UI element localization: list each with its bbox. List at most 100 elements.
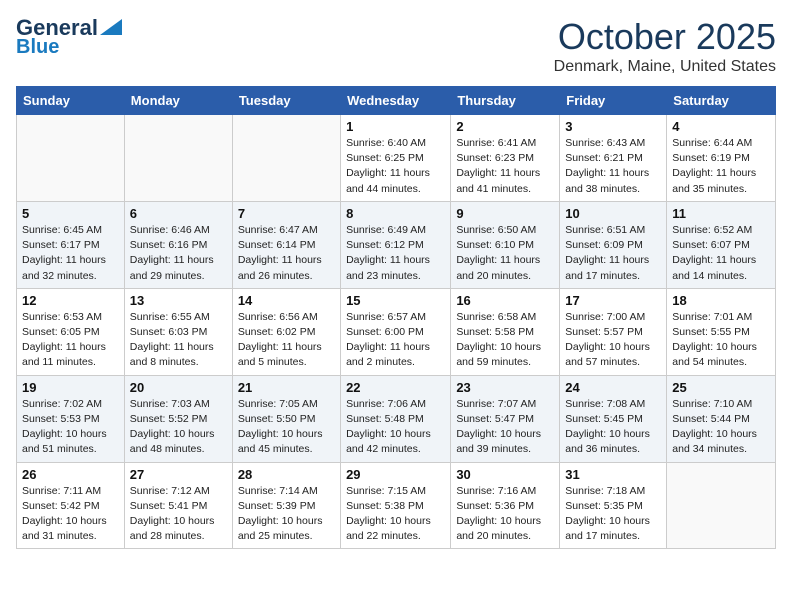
calendar-day-22: 22 Sunrise: 7:06 AMSunset: 5:48 PMDayligh…: [341, 375, 451, 462]
calendar-week-row: 19Sunrise: 7:02 AMSunset: 5:53 PMDayligh…: [17, 375, 776, 462]
day-number: 17: [565, 293, 661, 308]
day-number: 2: [456, 119, 554, 134]
calendar-day-1: 1 Sunrise: 6:40 AMSunset: 6:25 PMDaylight…: [341, 115, 451, 202]
calendar-day-empty: [232, 115, 340, 202]
day-number: 31: [565, 467, 661, 482]
day-info: Sunrise: 6:40 AMSunset: 6:25 PMDaylight:…: [346, 136, 445, 197]
day-number: 4: [672, 119, 770, 134]
day-number: 30: [456, 467, 554, 482]
weekday-header-monday: Monday: [124, 87, 232, 115]
title-area: October 2025 Denmark, Maine, United Stat…: [554, 16, 776, 76]
day-info: Sunrise: 7:01 AMSunset: 5:55 PMDaylight:…: [672, 310, 770, 371]
day-number: 3: [565, 119, 661, 134]
calendar-week-row: 1 Sunrise: 6:40 AMSunset: 6:25 PMDaylight…: [17, 115, 776, 202]
day-info: Sunrise: 6:58 AMSunset: 5:58 PMDaylight:…: [456, 310, 554, 371]
day-info: Sunrise: 6:52 AMSunset: 6:07 PMDaylight:…: [672, 223, 770, 284]
weekday-header-saturday: Saturday: [667, 87, 776, 115]
day-info: Sunrise: 7:05 AMSunset: 5:50 PMDaylight:…: [238, 397, 335, 458]
day-info: Sunrise: 7:08 AMSunset: 5:45 PMDaylight:…: [565, 397, 661, 458]
day-info: Sunrise: 7:03 AMSunset: 5:52 PMDaylight:…: [130, 397, 227, 458]
calendar-day-24: 24 Sunrise: 7:08 AMSunset: 5:45 PMDayligh…: [560, 375, 667, 462]
day-number: 16: [456, 293, 554, 308]
day-info: Sunrise: 6:50 AMSunset: 6:10 PMDaylight:…: [456, 223, 554, 284]
calendar-day-11: 11Sunrise: 6:52 AMSunset: 6:07 PMDayligh…: [667, 201, 776, 288]
calendar-day-21: 21 Sunrise: 7:05 AMSunset: 5:50 PMDayligh…: [232, 375, 340, 462]
calendar-day-28: 28 Sunrise: 7:14 AMSunset: 5:39 PMDayligh…: [232, 462, 340, 549]
calendar-day-5: 5 Sunrise: 6:45 AMSunset: 6:17 PMDaylight…: [17, 201, 125, 288]
calendar-day-empty: [17, 115, 125, 202]
day-info: Sunrise: 7:02 AMSunset: 5:53 PMDaylight:…: [22, 397, 119, 458]
day-number: 1: [346, 119, 445, 134]
calendar-day-7: 7Sunrise: 6:47 AMSunset: 6:14 PMDaylight…: [232, 201, 340, 288]
calendar-day-26: 26 Sunrise: 7:11 AMSunset: 5:42 PMDayligh…: [17, 462, 125, 549]
day-info: Sunrise: 6:53 AMSunset: 6:05 PMDaylight:…: [22, 310, 119, 371]
calendar-day-4: 4Sunrise: 6:44 AMSunset: 6:19 PMDaylight…: [667, 115, 776, 202]
weekday-header-row: SundayMondayTuesdayWednesdayThursdayFrid…: [17, 87, 776, 115]
day-info: Sunrise: 7:12 AMSunset: 5:41 PMDaylight:…: [130, 484, 227, 545]
calendar-day-19: 19Sunrise: 7:02 AMSunset: 5:53 PMDayligh…: [17, 375, 125, 462]
calendar-day-17: 17 Sunrise: 7:00 AMSunset: 5:57 PMDayligh…: [560, 288, 667, 375]
day-number: 8: [346, 206, 445, 221]
day-number: 23: [456, 380, 554, 395]
day-number: 24: [565, 380, 661, 395]
calendar-day-27: 27 Sunrise: 7:12 AMSunset: 5:41 PMDayligh…: [124, 462, 232, 549]
day-info: Sunrise: 7:10 AMSunset: 5:44 PMDaylight:…: [672, 397, 770, 458]
day-info: Sunrise: 6:51 AMSunset: 6:09 PMDaylight:…: [565, 223, 661, 284]
day-info: Sunrise: 6:55 AMSunset: 6:03 PMDaylight:…: [130, 310, 227, 371]
day-number: 14: [238, 293, 335, 308]
day-info: Sunrise: 7:18 AMSunset: 5:35 PMDaylight:…: [565, 484, 661, 545]
day-info: Sunrise: 7:16 AMSunset: 5:36 PMDaylight:…: [456, 484, 554, 545]
calendar-day-20: 20 Sunrise: 7:03 AMSunset: 5:52 PMDayligh…: [124, 375, 232, 462]
day-number: 29: [346, 467, 445, 482]
day-number: 18: [672, 293, 770, 308]
calendar-day-3: 3 Sunrise: 6:43 AMSunset: 6:21 PMDaylight…: [560, 115, 667, 202]
calendar-table: SundayMondayTuesdayWednesdayThursdayFrid…: [16, 86, 776, 549]
calendar-day-13: 13Sunrise: 6:55 AMSunset: 6:03 PMDayligh…: [124, 288, 232, 375]
month-title: October 2025: [554, 16, 776, 58]
day-info: Sunrise: 7:15 AMSunset: 5:38 PMDaylight:…: [346, 484, 445, 545]
calendar-day-29: 29 Sunrise: 7:15 AMSunset: 5:38 PMDayligh…: [341, 462, 451, 549]
logo-blue: Blue: [16, 36, 59, 58]
calendar-day-8: 8 Sunrise: 6:49 AMSunset: 6:12 PMDaylight…: [341, 201, 451, 288]
weekday-header-sunday: Sunday: [17, 87, 125, 115]
calendar-week-row: 5 Sunrise: 6:45 AMSunset: 6:17 PMDaylight…: [17, 201, 776, 288]
day-info: Sunrise: 7:06 AMSunset: 5:48 PMDaylight:…: [346, 397, 445, 458]
calendar-day-15: 15 Sunrise: 6:57 AMSunset: 6:00 PMDayligh…: [341, 288, 451, 375]
day-number: 27: [130, 467, 227, 482]
day-info: Sunrise: 7:14 AMSunset: 5:39 PMDaylight:…: [238, 484, 335, 545]
day-number: 26: [22, 467, 119, 482]
day-number: 10: [565, 206, 661, 221]
day-number: 7: [238, 206, 335, 221]
calendar-day-16: 16 Sunrise: 6:58 AMSunset: 5:58 PMDayligh…: [451, 288, 560, 375]
calendar-day-10: 10 Sunrise: 6:51 AMSunset: 6:09 PMDayligh…: [560, 201, 667, 288]
day-info: Sunrise: 7:00 AMSunset: 5:57 PMDaylight:…: [565, 310, 661, 371]
weekday-header-tuesday: Tuesday: [232, 87, 340, 115]
calendar-week-row: 26 Sunrise: 7:11 AMSunset: 5:42 PMDayligh…: [17, 462, 776, 549]
day-number: 20: [130, 380, 227, 395]
calendar-day-6: 6Sunrise: 6:46 AMSunset: 6:16 PMDaylight…: [124, 201, 232, 288]
calendar-day-empty: [667, 462, 776, 549]
calendar-day-23: 23Sunrise: 7:07 AMSunset: 5:47 PMDayligh…: [451, 375, 560, 462]
calendar-day-31: 31 Sunrise: 7:18 AMSunset: 5:35 PMDayligh…: [560, 462, 667, 549]
weekday-header-thursday: Thursday: [451, 87, 560, 115]
day-number: 21: [238, 380, 335, 395]
day-number: 28: [238, 467, 335, 482]
day-number: 5: [22, 206, 119, 221]
calendar-week-row: 12 Sunrise: 6:53 AMSunset: 6:05 PMDayligh…: [17, 288, 776, 375]
day-number: 22: [346, 380, 445, 395]
day-info: Sunrise: 6:49 AMSunset: 6:12 PMDaylight:…: [346, 223, 445, 284]
page-header: General Blue October 2025 Denmark, Maine…: [16, 16, 776, 76]
day-info: Sunrise: 6:45 AMSunset: 6:17 PMDaylight:…: [22, 223, 119, 284]
calendar-day-25: 25Sunrise: 7:10 AMSunset: 5:44 PMDayligh…: [667, 375, 776, 462]
day-info: Sunrise: 7:11 AMSunset: 5:42 PMDaylight:…: [22, 484, 119, 545]
day-number: 15: [346, 293, 445, 308]
day-info: Sunrise: 6:57 AMSunset: 6:00 PMDaylight:…: [346, 310, 445, 371]
day-info: Sunrise: 6:43 AMSunset: 6:21 PMDaylight:…: [565, 136, 661, 197]
calendar-day-2: 2Sunrise: 6:41 AMSunset: 6:23 PMDaylight…: [451, 115, 560, 202]
calendar-day-empty: [124, 115, 232, 202]
calendar-day-12: 12 Sunrise: 6:53 AMSunset: 6:05 PMDayligh…: [17, 288, 125, 375]
day-number: 12: [22, 293, 119, 308]
calendar-day-30: 30 Sunrise: 7:16 AMSunset: 5:36 PMDayligh…: [451, 462, 560, 549]
day-number: 6: [130, 206, 227, 221]
calendar-day-14: 14Sunrise: 6:56 AMSunset: 6:02 PMDayligh…: [232, 288, 340, 375]
